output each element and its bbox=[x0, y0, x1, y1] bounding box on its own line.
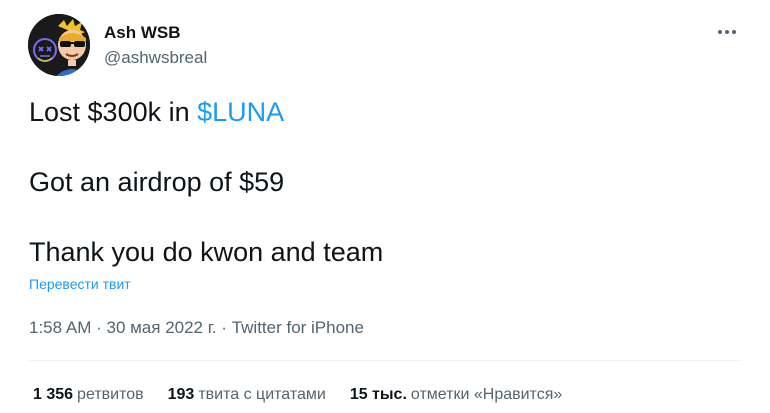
more-horizontal-icon bbox=[718, 30, 736, 34]
quotes-count: 193 bbox=[167, 386, 195, 403]
retweets-stat[interactable]: 1 356 ретвитов bbox=[33, 386, 144, 404]
meta-separator: · bbox=[216, 318, 232, 337]
avatar-image bbox=[28, 14, 90, 76]
author-names: Ash WSB @ashwsbreal bbox=[104, 22, 207, 69]
tweet-text-line-3: Thank you do kwon and team bbox=[29, 237, 384, 267]
likes-label: отметки «Нравится» bbox=[410, 386, 563, 403]
avatar[interactable] bbox=[28, 14, 90, 76]
retweets-label: ретвитов bbox=[77, 386, 144, 403]
tweet-stats: 1 356 ретвитов 193 твита с цитатами 15 т… bbox=[33, 386, 562, 404]
translate-tweet-link[interactable]: Перевести твит bbox=[29, 276, 131, 292]
author-handle[interactable]: @ashwsbreal bbox=[104, 47, 207, 69]
tweet-source[interactable]: Twitter for iPhone bbox=[232, 318, 364, 337]
tweet-date[interactable]: 30 мая 2022 г. bbox=[106, 318, 216, 337]
tweet-text-line-1: Lost $300k in $LUNA bbox=[29, 94, 383, 130]
tweet-time[interactable]: 1:58 AM bbox=[29, 318, 91, 337]
tweet: Ash WSB @ashwsbreal Lost $300k in $LUNA … bbox=[0, 0, 770, 413]
meta-separator: · bbox=[91, 318, 107, 337]
quotes-stat[interactable]: 193 твита с цитатами bbox=[168, 386, 326, 404]
tweet-meta: 1:58 AM · 30 мая 2022 г. · Twitter for i… bbox=[29, 318, 364, 338]
likes-count: 15 тыс. bbox=[349, 386, 407, 403]
more-options-button[interactable] bbox=[714, 20, 740, 44]
tweet-header: Ash WSB @ashwsbreal bbox=[28, 13, 207, 77]
tweet-text-line-1-prefix: Lost $300k in bbox=[29, 97, 198, 127]
quotes-label: твита с цитатами bbox=[198, 386, 326, 403]
tweet-text: Lost $300k in $LUNA Got an airdrop of $5… bbox=[29, 94, 383, 270]
author-display-name[interactable]: Ash WSB bbox=[104, 22, 207, 44]
tweet-text-line-2: Got an airdrop of $59 bbox=[29, 167, 285, 197]
divider bbox=[29, 360, 741, 361]
cashtag-link[interactable]: $LUNA bbox=[197, 97, 284, 127]
retweets-count: 1 356 bbox=[33, 386, 74, 403]
likes-stat[interactable]: 15 тыс. отметки «Нравится» bbox=[350, 386, 562, 404]
